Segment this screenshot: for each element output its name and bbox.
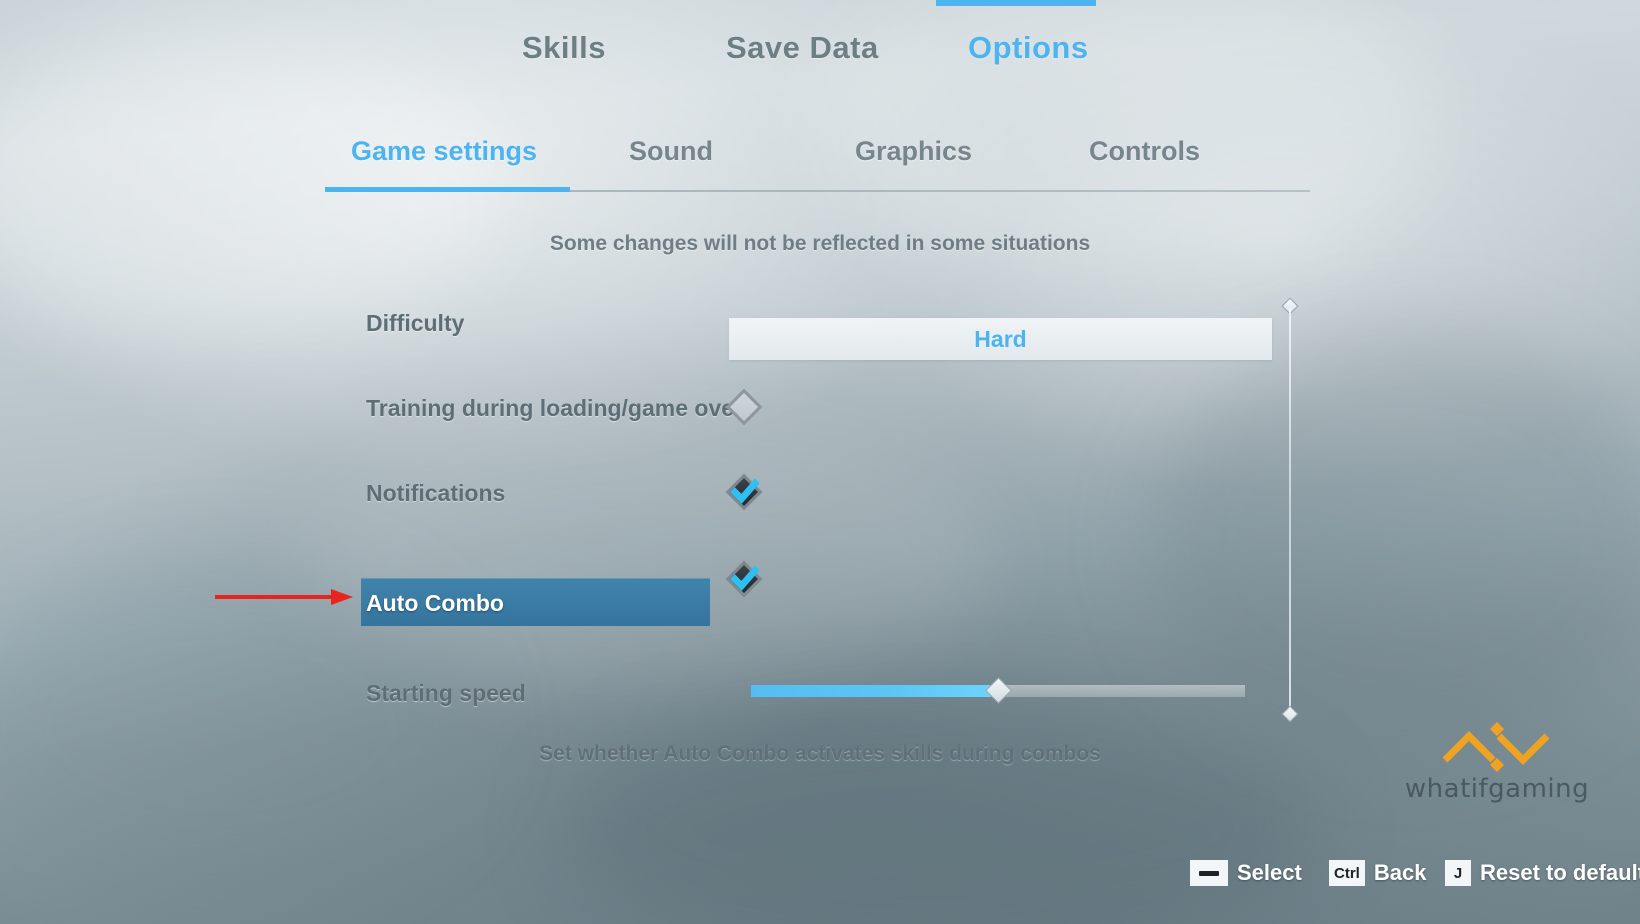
game-options-screen: Skills Save Data Options Game settings S… [0,0,1640,924]
setting-label-starting-speed[interactable]: Starting speed [366,680,526,707]
space-bar-icon[interactable] [1190,860,1228,886]
hint-label-select: Select [1237,860,1302,885]
settings-scrollbar[interactable] [1281,297,1299,723]
scrollbar-bottom-cap[interactable] [1281,705,1299,723]
setting-label-notifications[interactable]: Notifications [366,480,505,507]
slider-starting-speed[interactable] [751,677,1245,704]
checkbox-training[interactable] [725,388,763,426]
check-icon [730,478,759,504]
hint-back[interactable]: Ctrl Back [1329,860,1426,886]
scrollbar-track[interactable] [1289,308,1291,712]
check-icon [730,565,759,591]
hint-label-reset: Reset to default [1480,860,1640,885]
diamond-shape [725,388,763,426]
slider-fill [751,685,998,697]
j-key-icon[interactable]: J [1445,860,1471,886]
footer-hints: Select Ctrl Back J Reset to default [0,860,1640,910]
hint-label-back: Back [1373,860,1427,885]
hint-reset[interactable]: J Reset to default [1445,860,1640,886]
slider-handle[interactable] [985,677,1012,704]
setting-label-auto-combo[interactable]: Auto Combo [366,590,504,617]
annotation-arrow-icon [215,589,353,605]
setting-label-difficulty[interactable]: Difficulty [366,310,464,337]
whatifgaming-logo-icon [1442,722,1550,772]
setting-label-training[interactable]: Training during loading/game over [366,395,743,422]
hint-select[interactable]: Select [1190,860,1302,886]
difficulty-value-text: Hard [974,326,1027,352]
checkbox-auto-combo[interactable] [725,560,763,598]
watermark-text: whatifgaming [1404,774,1590,804]
ctrl-key-icon[interactable]: Ctrl [1329,860,1365,886]
setting-value-difficulty[interactable]: Hard [729,318,1272,360]
watermark: whatifgaming [1382,722,1612,804]
checkbox-notifications[interactable] [725,473,763,511]
